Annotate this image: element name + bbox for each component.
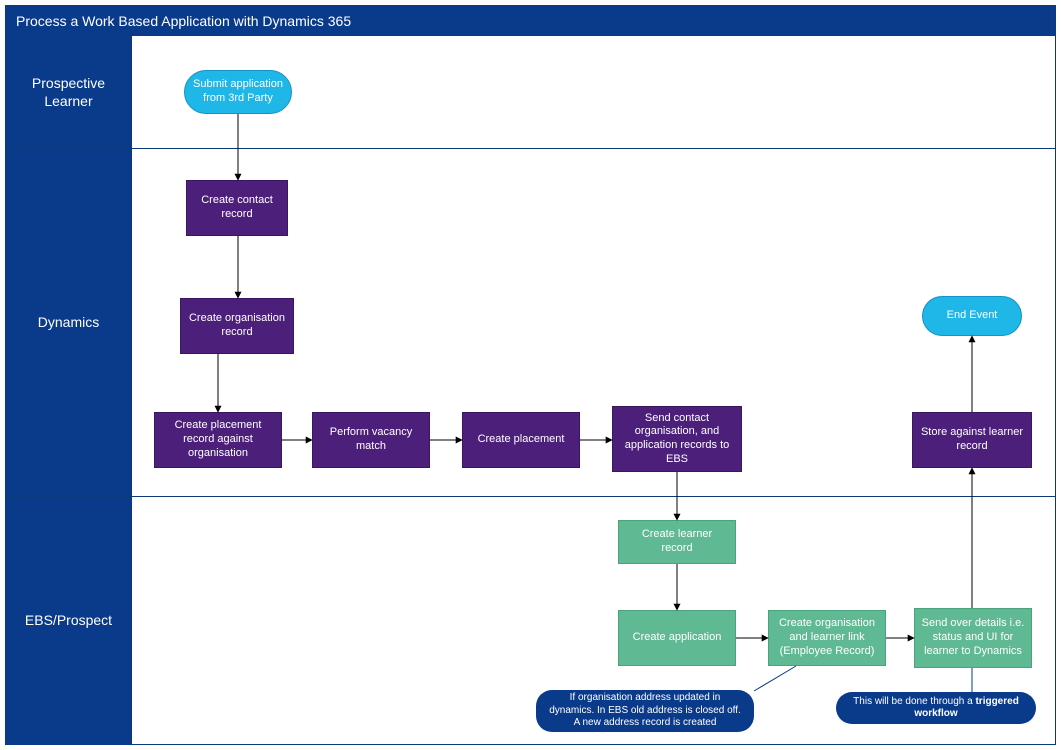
process-send-to-ebs: Send contact organisation, and applicati… xyxy=(612,406,742,472)
process-create-contact: Create contact record xyxy=(186,180,288,236)
connectors xyxy=(6,6,1057,746)
lane-label-dynamics: Dynamics xyxy=(6,148,131,496)
lane-divider xyxy=(6,496,1055,497)
process-store-learner: Store against learner record xyxy=(912,412,1032,468)
diagram-title: Process a Work Based Application with Dy… xyxy=(6,6,1055,36)
note-address-update: If organisation address updated in dynam… xyxy=(536,690,754,732)
process-create-placement-record: Create placement record against organisa… xyxy=(154,412,282,468)
lane-divider xyxy=(6,148,1055,149)
process-create-org-learner-link: Create organisation and learner link (Em… xyxy=(768,610,886,666)
terminator-end-event: End Event xyxy=(922,296,1022,336)
note-text: This will be done through a xyxy=(853,696,975,707)
swimlane-diagram: Process a Work Based Application with Dy… xyxy=(5,5,1056,745)
process-send-details: Send over details i.e. status and UI for… xyxy=(914,608,1032,668)
process-create-application: Create application xyxy=(618,610,736,666)
process-create-organisation: Create organisation record xyxy=(180,298,294,354)
lane-left-divider xyxy=(131,36,132,744)
note-triggered-workflow: This will be done through a triggered wo… xyxy=(836,692,1036,724)
lane-label-prospective: Prospective Learner xyxy=(6,36,131,148)
terminator-submit-application: Submit application from 3rd Party xyxy=(184,70,292,114)
process-create-placement: Create placement xyxy=(462,412,580,468)
process-vacancy-match: Perform vacancy match xyxy=(312,412,430,468)
process-create-learner-record: Create learner record xyxy=(618,520,736,564)
lane-label-ebs: EBS/Prospect xyxy=(6,496,131,745)
